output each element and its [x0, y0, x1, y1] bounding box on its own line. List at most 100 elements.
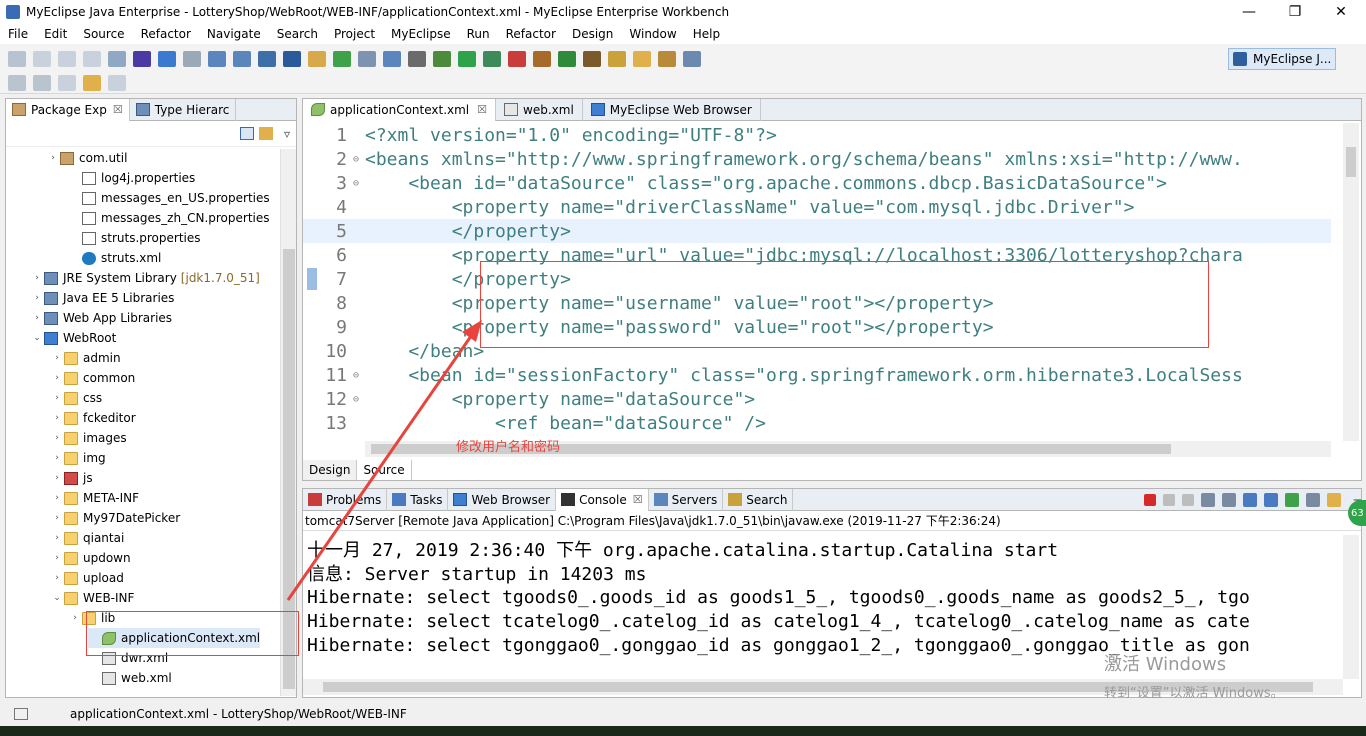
show-on-output-icon[interactable]: [1242, 492, 1257, 507]
add-icon[interactable]: [333, 51, 351, 67]
deploy-icon[interactable]: [208, 51, 226, 67]
open-folder-icon[interactable]: [308, 51, 326, 67]
display-console-icon[interactable]: [1305, 492, 1320, 507]
tree-item[interactable]: struts.xml: [68, 248, 161, 268]
refresh-icon[interactable]: [558, 51, 576, 67]
tree-item[interactable]: › js: [50, 468, 92, 488]
expand-chevron-icon[interactable]: ›: [50, 413, 64, 423]
last-edit-icon[interactable]: [58, 75, 76, 91]
tab-problems[interactable]: Problems: [303, 488, 388, 511]
tree-item[interactable]: › fckeditor: [50, 408, 135, 428]
tab-search[interactable]: Search: [723, 488, 794, 511]
tree-item[interactable]: › JRE System Library [jdk1.7.0_51]: [30, 268, 260, 288]
expand-chevron-icon[interactable]: ›: [46, 153, 60, 163]
open-type-icon[interactable]: [583, 51, 601, 67]
tree-item[interactable]: › com.util: [46, 148, 127, 168]
new-project-icon[interactable]: [108, 51, 126, 67]
server-icon[interactable]: [233, 51, 251, 67]
show-on-error-icon[interactable]: [1263, 492, 1278, 507]
menu-run[interactable]: Run: [459, 27, 498, 41]
expand-chevron-icon[interactable]: ›: [30, 313, 44, 323]
link-with-editor-icon[interactable]: [258, 127, 273, 140]
coverage-icon[interactable]: [483, 51, 501, 67]
tree-item[interactable]: › img: [50, 448, 105, 468]
expand-chevron-icon[interactable]: ›: [50, 473, 64, 483]
tree-item[interactable]: › upload: [50, 568, 124, 588]
tree-item[interactable]: › css: [50, 388, 102, 408]
fold-toggle-icon[interactable]: ⊖: [353, 370, 365, 381]
jar-icon[interactable]: [133, 51, 151, 67]
menu-navigate[interactable]: Navigate: [199, 27, 269, 41]
tab-package-explorer[interactable]: Package Exp ☒: [6, 98, 130, 121]
tree-item[interactable]: › META-INF: [50, 488, 139, 508]
expand-chevron-icon[interactable]: ›: [50, 513, 64, 523]
close-icon[interactable]: ☒: [113, 103, 123, 116]
calendar-icon[interactable]: [183, 51, 201, 67]
tree-item[interactable]: › admin: [50, 348, 120, 368]
close-button[interactable]: ✕: [1318, 0, 1364, 24]
tree-item[interactable]: messages_zh_CN.properties: [68, 208, 270, 228]
view-menu-icon[interactable]: ▿: [284, 127, 290, 141]
tree-item[interactable]: › qiantai: [50, 528, 124, 548]
expand-chevron-icon[interactable]: ›: [50, 353, 64, 363]
menu-edit[interactable]: Edit: [36, 27, 75, 41]
tab-console[interactable]: Console ☒: [556, 488, 649, 511]
expand-chevron-icon[interactable]: ⌄: [30, 333, 44, 343]
package-icon[interactable]: [158, 51, 176, 67]
save-icon[interactable]: [33, 51, 51, 67]
scroll-lock-icon[interactable]: [1221, 492, 1236, 507]
window-icon[interactable]: [683, 51, 701, 67]
expand-chevron-icon[interactable]: ›: [50, 373, 64, 383]
expand-chevron-icon[interactable]: ›: [30, 273, 44, 283]
external-tools-icon[interactable]: [508, 51, 526, 67]
editor-vscroll-thumb[interactable]: [1346, 147, 1356, 177]
tree-item[interactable]: › Java EE 5 Libraries: [30, 288, 174, 308]
camera-icon[interactable]: [408, 51, 426, 67]
close-icon[interactable]: ☒: [633, 493, 643, 506]
tree-item[interactable]: › common: [50, 368, 135, 388]
tree-item[interactable]: › Web App Libraries: [30, 308, 172, 328]
new-icon[interactable]: [8, 51, 26, 67]
remove-launch-icon[interactable]: [1162, 493, 1175, 506]
collapse-all-icon[interactable]: [239, 127, 254, 140]
menu-search[interactable]: Search: [269, 27, 326, 41]
tab-web-browser[interactable]: MyEclipse Web Browser: [583, 98, 761, 121]
forward-icon[interactable]: [108, 75, 126, 91]
expand-chevron-icon[interactable]: ›: [50, 493, 64, 503]
menu-help[interactable]: Help: [685, 27, 728, 41]
fold-toggle-icon[interactable]: ⊖: [353, 394, 365, 405]
debug-icon[interactable]: [433, 51, 451, 67]
tab-design[interactable]: Design: [303, 460, 358, 480]
tab-source[interactable]: Source: [357, 460, 412, 480]
tab-servers[interactable]: Servers: [649, 488, 724, 511]
close-icon[interactable]: ☒: [477, 103, 487, 116]
expand-chevron-icon[interactable]: ›: [30, 293, 44, 303]
tab-web-browser-view[interactable]: Web Browser: [448, 488, 557, 511]
menu-source[interactable]: Source: [75, 27, 132, 41]
tree-item[interactable]: log4j.properties: [68, 168, 195, 188]
menu-file[interactable]: File: [0, 27, 36, 41]
expand-chevron-icon[interactable]: ›: [50, 533, 64, 543]
tree-item[interactable]: ⌄ WEB-INF: [50, 588, 134, 608]
expand-chevron-icon[interactable]: ›: [50, 573, 64, 583]
remove-all-icon[interactable]: [1181, 493, 1194, 506]
open-console-icon[interactable]: [1326, 492, 1341, 507]
tree-item[interactable]: messages_en_US.properties: [68, 188, 270, 208]
menu-myeclipse[interactable]: MyEclipse: [383, 27, 459, 41]
tree-item[interactable]: struts.properties: [68, 228, 201, 248]
tab-type-hierarchy[interactable]: Type Hierarc: [130, 98, 237, 121]
expand-chevron-icon[interactable]: ⌄: [50, 593, 64, 603]
menu-project[interactable]: Project: [326, 27, 383, 41]
minimize-button[interactable]: —: [1226, 0, 1272, 24]
menu-refactor-2[interactable]: Refactor: [498, 27, 564, 41]
tree-item[interactable]: ⌄ WebRoot: [30, 328, 116, 348]
print-icon[interactable]: [83, 51, 101, 67]
tree-item[interactable]: › My97DatePicker: [50, 508, 180, 528]
hierarchy-icon[interactable]: [658, 51, 676, 67]
web-icon[interactable]: [383, 51, 401, 67]
save-all-icon[interactable]: [58, 51, 76, 67]
expand-chevron-icon[interactable]: ›: [50, 553, 64, 563]
expand-chevron-icon[interactable]: ›: [50, 393, 64, 403]
editor-vertical-scrollbar[interactable]: [1343, 123, 1359, 441]
annotation-icon[interactable]: [8, 75, 26, 91]
